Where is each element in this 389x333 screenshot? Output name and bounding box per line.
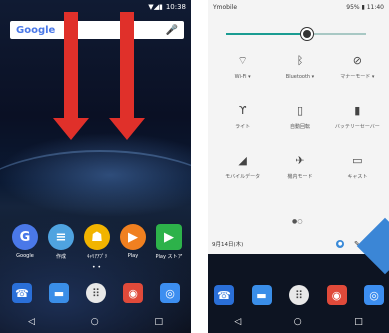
status-bar: Ymobile 95% ▮ 11:40 bbox=[208, 0, 389, 14]
chrome-icon[interactable]: ◉ bbox=[326, 285, 347, 305]
tile-label: マナーモード ▾ bbox=[340, 74, 375, 80]
home-app-row: G Google ≡ 作成 ☗ ｷｬﾘｱｱﾌﾟﾘ ▶ Play ▶ Play ストア bbox=[8, 224, 186, 260]
back-icon[interactable]: ◁ bbox=[234, 317, 241, 327]
tile-label: バッテリーセーバー bbox=[334, 124, 380, 130]
app-shortcut[interactable]: ▶ Play bbox=[116, 224, 150, 260]
auto-rotate-icon[interactable]: ▯ bbox=[297, 104, 303, 118]
wifi-icon[interactable]: ⌔ bbox=[237, 54, 247, 68]
quick-settings-tile[interactable]: ✈ 機内モード bbox=[271, 154, 328, 190]
swipe-down-arrow-icon bbox=[53, 12, 89, 140]
divider bbox=[191, 0, 208, 333]
app-label: Play bbox=[127, 253, 139, 259]
app-shortcut[interactable]: ▶ Play ストア bbox=[152, 224, 186, 260]
quick-settings-tile[interactable]: ▯ 自動回転 bbox=[271, 104, 328, 140]
tile-label: キャスト bbox=[347, 174, 368, 180]
silent-mode-icon[interactable]: ⊘ bbox=[353, 54, 362, 68]
brightness-slider[interactable] bbox=[226, 28, 366, 40]
tile-label: 機内モード bbox=[287, 174, 313, 180]
play-store-icon[interactable]: ▶ bbox=[156, 224, 182, 250]
quick-settings-tile[interactable]: ⌔ Wi-Fi ▾ bbox=[214, 54, 271, 90]
home-screen-phone: ▼◢▮ 10:38 Google 🎤 G Google ≡ 作成 ☗ ｷｬﾘｱｱﾌﾟﾘ ▶ P… bbox=[0, 0, 191, 333]
dock: ☎ ▬ ⠿ ◉ ◎ bbox=[12, 283, 180, 303]
quick-settings-tile[interactable]: ▮ バッテリーセーバー bbox=[329, 104, 386, 140]
status-bar[interactable]: ▼◢▮ 10:38 bbox=[0, 0, 191, 14]
microphone-icon[interactable]: 🎤 bbox=[166, 25, 178, 36]
messages-icon[interactable]: ▬ bbox=[251, 285, 272, 305]
app-label: Play ストア bbox=[155, 254, 183, 260]
status-icons: ▼◢▮ bbox=[148, 3, 163, 11]
app-shortcut[interactable]: ☗ ｷｬﾘｱｱﾌﾟﾘ bbox=[80, 224, 114, 260]
navigation-bar: ◁ ○ □ bbox=[0, 311, 191, 333]
home-icon[interactable]: ○ bbox=[91, 317, 99, 327]
carrier-app-icon[interactable]: ☗ bbox=[84, 224, 110, 250]
phone-icon[interactable]: ☎ bbox=[12, 283, 32, 303]
phone-icon[interactable]: ☎ bbox=[214, 285, 234, 305]
camera-icon[interactable]: ◎ bbox=[160, 283, 180, 303]
page-indicator: • • bbox=[92, 264, 101, 271]
tile-label: Wi-Fi ▾ bbox=[234, 74, 251, 80]
battery-saver-icon[interactable]: ▮ bbox=[354, 104, 360, 118]
tiles-page-indicator: ●○ bbox=[292, 218, 303, 225]
back-icon[interactable]: ◁ bbox=[28, 317, 35, 327]
play-music-icon[interactable]: ▶ bbox=[120, 224, 146, 250]
quick-settings-tile[interactable]: ⊘ マナーモード ▾ bbox=[329, 54, 386, 90]
app-label: ｷｬﾘｱｱﾌﾟﾘ bbox=[86, 254, 107, 260]
docs-icon[interactable]: ≡ bbox=[48, 224, 74, 250]
recents-icon[interactable]: □ bbox=[354, 317, 363, 327]
tile-label: モバイルデータ bbox=[225, 174, 261, 180]
app-drawer-icon[interactable]: ⠿ bbox=[86, 283, 106, 303]
date-label: 9月14日(木) bbox=[212, 242, 244, 248]
airplane-mode-icon[interactable]: ✈ bbox=[295, 154, 304, 168]
navigation-bar: ◁ ○ □ bbox=[208, 311, 389, 333]
status-time: 10:38 bbox=[165, 3, 186, 11]
google-icon[interactable]: G bbox=[12, 224, 38, 250]
cast-icon[interactable]: ▭ bbox=[352, 154, 362, 168]
flashlight-icon[interactable]: ϒ bbox=[239, 104, 247, 118]
chrome-icon[interactable]: ◉ bbox=[123, 283, 143, 303]
tile-label: Bluetooth ▾ bbox=[285, 74, 315, 80]
app-shortcut[interactable]: G Google bbox=[8, 224, 42, 260]
google-logo: Google bbox=[16, 24, 56, 36]
quick-settings-tile[interactable]: ᛒ Bluetooth ▾ bbox=[271, 54, 328, 90]
dock: ☎ ▬ ⠿ ◉ ◎ bbox=[214, 285, 384, 305]
swipe-down-arrow-icon bbox=[109, 12, 145, 140]
google-search-bar[interactable]: Google 🎤 bbox=[10, 21, 184, 39]
tile-label: ライト bbox=[235, 124, 251, 130]
app-drawer-icon[interactable]: ⠿ bbox=[289, 285, 309, 305]
bluetooth-icon[interactable]: ᛒ bbox=[297, 54, 304, 68]
quick-settings-panel: Ymobile 95% ▮ 11:40 ⌔ Wi-Fi ▾ ᛒ Bluetooth ▾… bbox=[208, 0, 389, 254]
home-icon[interactable]: ○ bbox=[294, 317, 302, 327]
app-shortcut[interactable]: ≡ 作成 bbox=[44, 224, 78, 260]
status-text: 95% ▮ 11:40 bbox=[346, 3, 384, 11]
quick-settings-tiles: ⌔ Wi-Fi ▾ ᛒ Bluetooth ▾ ⊘ マナーモード ▾ ϒ ライト ▯ 自動回転 ▮ バ… bbox=[214, 54, 386, 190]
app-label: Google bbox=[16, 253, 34, 259]
quick-settings-tile[interactable]: ◢ モバイルデータ bbox=[214, 154, 271, 190]
messages-icon[interactable]: ▬ bbox=[49, 283, 69, 303]
app-label: 作成 bbox=[55, 254, 66, 260]
mobile-data-icon[interactable]: ◢ bbox=[238, 154, 246, 168]
quick-settings-tile[interactable]: ϒ ライト bbox=[214, 104, 271, 140]
brightness-fill bbox=[226, 33, 308, 35]
tile-label: 自動回転 bbox=[289, 124, 310, 130]
carrier-label: Ymobile bbox=[213, 3, 238, 11]
quick-settings-phone: Ymobile 95% ▮ 11:40 ⌔ Wi-Fi ▾ ᛒ Bluetooth ▾… bbox=[208, 0, 389, 333]
camera-icon[interactable]: ◎ bbox=[364, 285, 384, 305]
brightness-thumb[interactable] bbox=[301, 28, 314, 40]
user-icon[interactable]: ● bbox=[336, 240, 345, 248]
recents-icon[interactable]: □ bbox=[155, 317, 164, 327]
quick-settings-tile[interactable]: ▭ キャスト bbox=[329, 154, 386, 190]
